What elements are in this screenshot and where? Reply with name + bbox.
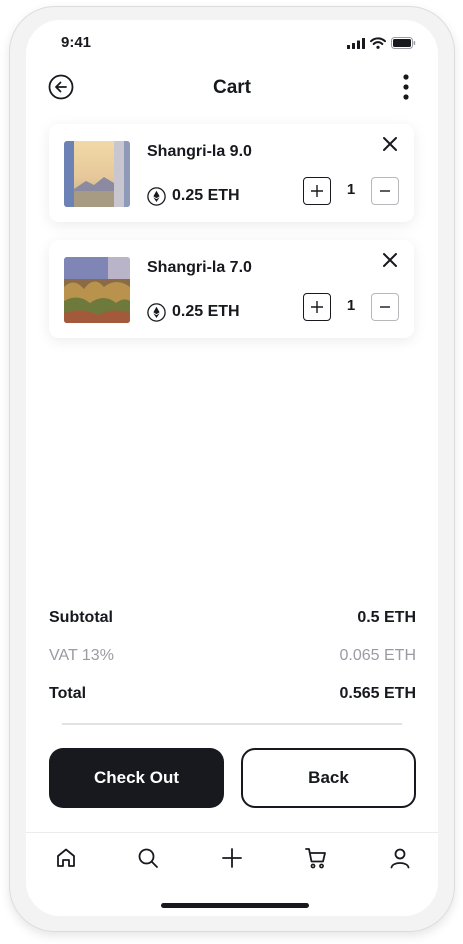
- page-title: Cart: [212, 77, 251, 98]
- item-name: Shangri-la 9.0: [147, 143, 252, 160]
- more-vertical-icon: [403, 74, 409, 100]
- quantity-increase-button[interactable]: [303, 293, 331, 321]
- remove-item-button[interactable]: [382, 136, 398, 152]
- minus-icon: [380, 306, 390, 308]
- quantity-decrease-button[interactable]: [371, 177, 399, 205]
- status-icons: [347, 37, 416, 49]
- home-indicator: [161, 903, 309, 908]
- subtotal-row: Subtotal 0.5 ETH: [49, 609, 416, 627]
- signal-icon: [347, 37, 365, 49]
- plus-icon: [222, 848, 242, 868]
- nav-item-create[interactable]: [220, 846, 244, 870]
- cart-item: Shangri-la 9.0 0.25 ETH 1: [49, 124, 414, 222]
- close-icon: [383, 137, 397, 151]
- item-price: 0.25 ETH: [172, 303, 240, 320]
- battery-icon: [391, 37, 416, 49]
- item-name: Shangri-la 7.0: [147, 259, 252, 276]
- nav-item-search[interactable]: [136, 846, 160, 870]
- remove-item-button[interactable]: [382, 252, 398, 268]
- summary-divider: [62, 723, 402, 725]
- wifi-icon: [370, 37, 386, 49]
- plus-icon: [311, 185, 323, 197]
- subtotal-value: 0.5 ETH: [357, 609, 416, 626]
- subtotal-label: Subtotal: [49, 609, 113, 626]
- home-icon: [57, 848, 75, 867]
- item-price: 0.25 ETH: [172, 187, 240, 204]
- app-screen: 9:41 Cart Shangri-la 9.0 0.25 ETH 1 Shan…: [26, 20, 438, 916]
- status-time: 9:41: [61, 34, 92, 51]
- bottom-nav-divider: [26, 832, 438, 833]
- quantity-increase-button[interactable]: [303, 177, 331, 205]
- item-thumbnail-image: [64, 257, 130, 323]
- total-row: Total 0.565 ETH: [49, 685, 416, 703]
- search-icon: [138, 848, 158, 868]
- item-thumbnail-image: [64, 141, 130, 207]
- vat-label: VAT 13%: [49, 647, 114, 664]
- vat-value: 0.065 ETH: [339, 647, 416, 664]
- total-label: Total: [49, 685, 87, 702]
- nav-item-profile[interactable]: [388, 846, 412, 870]
- cart-item: Shangri-la 7.0 0.25 ETH 1: [49, 240, 414, 338]
- total-value: 0.565 ETH: [339, 685, 416, 702]
- checkout-button[interactable]: Check Out: [49, 748, 224, 808]
- more-options-button[interactable]: [402, 74, 410, 100]
- quantity-value: 1: [346, 297, 356, 314]
- nav-item-home[interactable]: [54, 846, 78, 870]
- ethereum-icon: [147, 303, 166, 322]
- nav-item-cart[interactable]: [304, 846, 328, 870]
- cart-icon: [305, 848, 326, 869]
- ethereum-icon: [147, 187, 166, 206]
- vat-row: VAT 13% 0.065 ETH: [49, 647, 416, 665]
- user-icon: [390, 848, 410, 869]
- minus-icon: [380, 190, 390, 192]
- plus-icon: [311, 301, 323, 313]
- quantity-decrease-button[interactable]: [371, 293, 399, 321]
- quantity-value: 1: [346, 181, 356, 198]
- close-icon: [383, 253, 397, 267]
- back-button[interactable]: Back: [241, 748, 416, 808]
